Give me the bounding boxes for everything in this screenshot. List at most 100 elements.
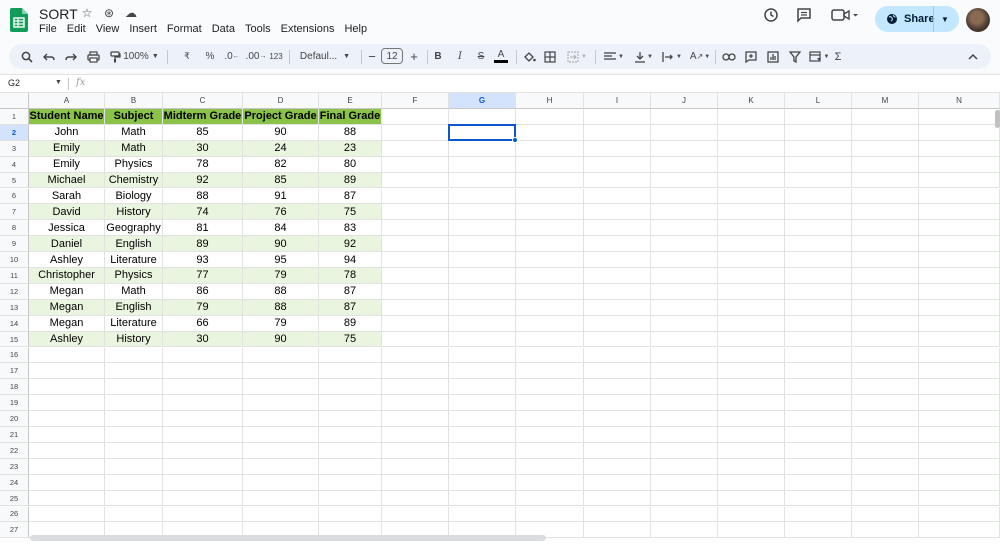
cell-b1[interactable]: Subject (105, 109, 163, 125)
cell-c20[interactable] (163, 411, 243, 427)
menu-file[interactable]: File (39, 23, 57, 35)
cell-a18[interactable] (29, 379, 105, 396)
cell-n24[interactable] (919, 474, 1000, 491)
cell-n10[interactable] (919, 252, 1000, 268)
cell-e13[interactable]: 87 (319, 299, 382, 316)
cell-l15[interactable] (785, 331, 852, 348)
percent-button[interactable]: % (203, 44, 217, 69)
cell-b21[interactable] (105, 427, 163, 443)
cell-i10[interactable] (584, 252, 651, 268)
cell-f21[interactable] (382, 427, 449, 443)
cell-c4[interactable]: 78 (163, 156, 243, 173)
cell-a15[interactable]: Ashley (29, 331, 105, 348)
cell-k19[interactable] (718, 395, 785, 412)
cell-l17[interactable] (785, 363, 852, 380)
column-header-f[interactable]: F (382, 93, 449, 109)
menu-format[interactable]: Format (167, 23, 202, 35)
cell-c6[interactable]: 88 (163, 188, 243, 205)
font-select[interactable]: Defaul... ▼ (297, 44, 353, 69)
chart-icon[interactable] (763, 44, 783, 69)
cell-c23[interactable] (163, 458, 243, 475)
cell-g4[interactable] (449, 156, 516, 173)
cell-h21[interactable] (516, 427, 584, 443)
cell-h14[interactable] (516, 315, 584, 332)
cell-j6[interactable] (651, 188, 718, 205)
row-header-13[interactable]: 13 (0, 299, 29, 316)
cell-j23[interactable] (651, 458, 718, 475)
cell-g25[interactable] (449, 490, 516, 507)
cell-d3[interactable]: 24 (243, 140, 319, 157)
cell-l8[interactable] (785, 220, 852, 237)
strikethrough-button[interactable]: S (474, 44, 488, 69)
cell-f6[interactable] (382, 188, 449, 205)
cell-k6[interactable] (718, 188, 785, 205)
cell-j18[interactable] (651, 379, 718, 396)
cell-a5[interactable]: Michael (29, 172, 105, 189)
cell-m2[interactable] (852, 124, 919, 141)
cell-n1[interactable] (919, 109, 1000, 125)
cell-m23[interactable] (852, 458, 919, 475)
cell-b26[interactable] (105, 506, 163, 523)
cell-m27[interactable] (852, 522, 919, 539)
cell-n19[interactable] (919, 395, 1000, 412)
cell-c3[interactable]: 30 (163, 140, 243, 157)
cell-m14[interactable] (852, 315, 919, 332)
row-header-12[interactable]: 12 (0, 283, 29, 300)
cell-l19[interactable] (785, 395, 852, 412)
cell-h9[interactable] (516, 236, 584, 253)
cell-i16[interactable] (584, 347, 651, 364)
cell-f24[interactable] (382, 474, 449, 491)
column-header-l[interactable]: L (785, 93, 852, 109)
cell-f25[interactable] (382, 490, 449, 507)
cell-f2[interactable] (382, 124, 449, 141)
cell-n21[interactable] (919, 427, 1000, 443)
row-header-9[interactable]: 9 (0, 236, 29, 253)
decrease-decimal-button[interactable]: .0 ← (223, 44, 241, 69)
cell-c16[interactable] (163, 347, 243, 364)
cell-l11[interactable] (785, 268, 852, 284)
cell-f1[interactable] (382, 109, 449, 125)
cell-b24[interactable] (105, 474, 163, 491)
cell-m13[interactable] (852, 299, 919, 316)
cell-d25[interactable] (243, 490, 319, 507)
cell-h3[interactable] (516, 140, 584, 157)
cell-k12[interactable] (718, 283, 785, 300)
cell-g16[interactable] (449, 347, 516, 364)
cell-d21[interactable] (243, 427, 319, 443)
cell-b9[interactable]: English (105, 236, 163, 253)
row-header-10[interactable]: 10 (0, 252, 29, 268)
cell-a19[interactable] (29, 395, 105, 412)
insert-comment-icon[interactable] (741, 44, 761, 69)
row-header-7[interactable]: 7 (0, 204, 29, 221)
redo-icon[interactable] (61, 44, 81, 69)
cell-m8[interactable] (852, 220, 919, 237)
cell-e14[interactable]: 89 (319, 315, 382, 332)
cell-i20[interactable] (584, 411, 651, 427)
menu-insert[interactable]: Insert (129, 23, 157, 35)
row-header-3[interactable]: 3 (0, 140, 29, 157)
cell-h4[interactable] (516, 156, 584, 173)
cell-a6[interactable]: Sarah (29, 188, 105, 205)
cell-n18[interactable] (919, 379, 1000, 396)
cell-l24[interactable] (785, 474, 852, 491)
row-header-26[interactable]: 26 (0, 506, 29, 523)
menu-extensions[interactable]: Extensions (281, 23, 335, 35)
merge-icon[interactable]: ▼ (565, 44, 589, 69)
cell-l2[interactable] (785, 124, 852, 141)
cell-b8[interactable]: Geography (105, 220, 163, 237)
cell-f4[interactable] (382, 156, 449, 173)
cell-k5[interactable] (718, 172, 785, 189)
cell-l25[interactable] (785, 490, 852, 507)
cell-m20[interactable] (852, 411, 919, 427)
cell-m1[interactable] (852, 109, 919, 125)
cell-b3[interactable]: Math (105, 140, 163, 157)
cell-h12[interactable] (516, 283, 584, 300)
filter-views-icon[interactable]: ▼ (806, 44, 832, 69)
cell-n27[interactable] (919, 522, 1000, 539)
cell-l3[interactable] (785, 140, 852, 157)
cell-d14[interactable]: 79 (243, 315, 319, 332)
cell-h17[interactable] (516, 363, 584, 380)
cell-k23[interactable] (718, 458, 785, 475)
cell-c2[interactable]: 85 (163, 124, 243, 141)
cell-a10[interactable]: Ashley (29, 252, 105, 268)
